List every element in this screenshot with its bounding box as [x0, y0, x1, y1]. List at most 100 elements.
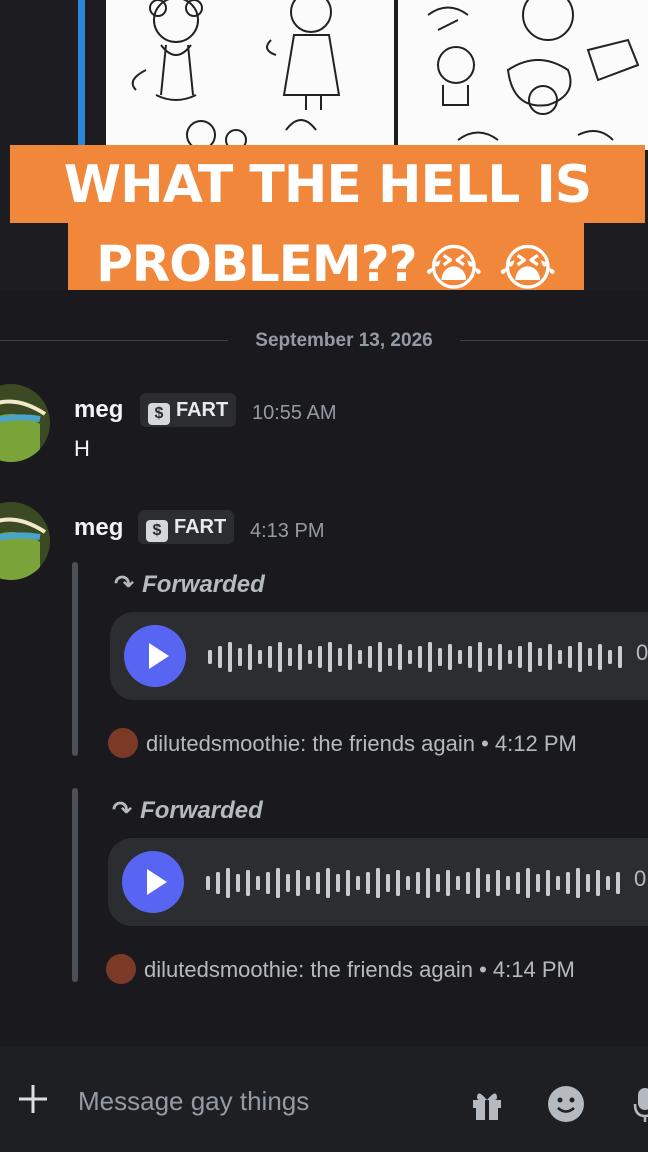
- source-avatar: [106, 954, 136, 984]
- waveform-bar: [456, 876, 460, 890]
- waveform-bar: [348, 644, 352, 670]
- plus-icon[interactable]: [16, 1082, 50, 1116]
- waveform-bar: [588, 648, 592, 666]
- waveform-bar: [406, 876, 410, 890]
- waveform-bar: [206, 876, 210, 890]
- caption-line-2: PROBLEM?? 😭 😭: [68, 222, 584, 290]
- waveform-bar: [498, 644, 502, 670]
- play-icon[interactable]: [124, 625, 186, 687]
- waveform-bar: [386, 874, 390, 892]
- waveform-bar: [288, 648, 292, 666]
- waveform-bar: [268, 646, 272, 668]
- waveform-bar: [468, 646, 472, 668]
- dollar-icon: $: [146, 520, 168, 542]
- gift-icon[interactable]: [470, 1088, 504, 1122]
- voice-message: 0: [108, 838, 648, 926]
- divider-date: September 13, 2026: [255, 330, 433, 351]
- waveform-bar: [296, 870, 300, 896]
- waveform-bar: [218, 646, 222, 668]
- sketch-image-left[interactable]: [106, 0, 394, 150]
- caption-line-1: WHAT THE HELL IS HER: [10, 145, 645, 290]
- waveform-bar: [368, 646, 372, 668]
- source-avatar: [108, 728, 138, 758]
- waveform-bar: [608, 650, 612, 664]
- waveform-bar: [346, 870, 350, 896]
- message-timestamp: 10:55 AM: [252, 402, 337, 424]
- waveform-bar: [596, 870, 600, 896]
- waveform-bar: [428, 642, 432, 672]
- waveform-bar: [416, 872, 420, 894]
- forward-source[interactable]: dilutedsmoothie: the friends again • 4:1…: [108, 728, 577, 758]
- waveform-bar: [266, 872, 270, 894]
- mic-icon[interactable]: [632, 1086, 648, 1122]
- waveform-bar: [248, 644, 252, 670]
- waveform-bar: [376, 868, 380, 898]
- emoji-icon[interactable]: [548, 1086, 584, 1122]
- waveform-bar: [276, 868, 280, 898]
- waveform-bar: [458, 650, 462, 664]
- waveform-bar: [378, 642, 382, 672]
- voice-duration: 0: [636, 640, 648, 665]
- waveform-bar: [548, 644, 552, 670]
- avatar[interactable]: [0, 384, 50, 462]
- waveform-bar: [336, 874, 340, 892]
- waveform-bar: [426, 868, 430, 898]
- waveform-bar: [586, 874, 590, 892]
- waveform-bar: [546, 870, 550, 896]
- sketch-image-right[interactable]: [398, 0, 648, 150]
- waveform-bar: [418, 646, 422, 668]
- waveform[interactable]: [208, 642, 628, 672]
- waveform-bar: [558, 650, 562, 664]
- waveform-bar: [396, 870, 400, 896]
- waveform-bar: [448, 644, 452, 670]
- message-username[interactable]: meg: [74, 514, 123, 542]
- forward-source-text: dilutedsmoothie: the friends again • 4:1…: [144, 957, 575, 982]
- waveform-bar: [328, 642, 332, 672]
- waveform-bar: [388, 648, 392, 666]
- forward-source-text: dilutedsmoothie: the friends again • 4:1…: [146, 731, 577, 756]
- waveform-bar: [228, 642, 232, 672]
- waveform-bar: [226, 868, 230, 898]
- waveform-bar: [488, 648, 492, 666]
- forward-arrow-icon: ↷: [114, 571, 135, 598]
- waveform-bar: [568, 646, 572, 668]
- waveform-bar: [466, 872, 470, 894]
- waveform[interactable]: [206, 868, 626, 898]
- message-input[interactable]: Message gay things: [78, 1086, 309, 1117]
- forward-quote-bar: [72, 788, 78, 982]
- waveform-bar: [478, 642, 482, 672]
- waveform-bar: [246, 870, 250, 896]
- waveform-bar: [338, 648, 342, 666]
- waveform-bar: [236, 874, 240, 892]
- waveform-bar: [436, 874, 440, 892]
- dollar-icon: $: [148, 403, 170, 425]
- waveform-bar: [356, 876, 360, 890]
- forward-source[interactable]: dilutedsmoothie: the friends again • 4:1…: [106, 954, 575, 984]
- image-accent-bar: [78, 0, 85, 150]
- play-icon[interactable]: [122, 851, 184, 913]
- waveform-bar: [536, 874, 540, 892]
- waveform-bar: [526, 868, 530, 898]
- server-tag[interactable]: $ FART: [138, 510, 235, 544]
- waveform-bar: [446, 870, 450, 896]
- waveform-bar: [618, 646, 622, 668]
- waveform-bar: [318, 646, 322, 668]
- voice-duration: 0: [634, 866, 647, 891]
- waveform-bar: [528, 642, 532, 672]
- waveform-bar: [298, 644, 302, 670]
- forwarded-label: ↷ Forwarded: [112, 797, 263, 824]
- waveform-bar: [398, 644, 402, 670]
- waveform-bar: [286, 874, 290, 892]
- avatar[interactable]: [0, 502, 50, 580]
- crying-emoji-icon: 😭 😭: [424, 238, 557, 291]
- waveform-bar: [316, 872, 320, 894]
- waveform-bar: [438, 648, 442, 666]
- waveform-bar: [476, 868, 480, 898]
- voice-message: 0: [110, 612, 648, 700]
- server-tag-label: FART: [176, 399, 229, 421]
- message-username[interactable]: meg: [74, 396, 123, 424]
- waveform-bar: [516, 872, 520, 894]
- waveform-bar: [258, 650, 262, 664]
- forwarded-label: ↷ Forwarded: [114, 571, 265, 598]
- server-tag[interactable]: $ FART: [140, 393, 237, 427]
